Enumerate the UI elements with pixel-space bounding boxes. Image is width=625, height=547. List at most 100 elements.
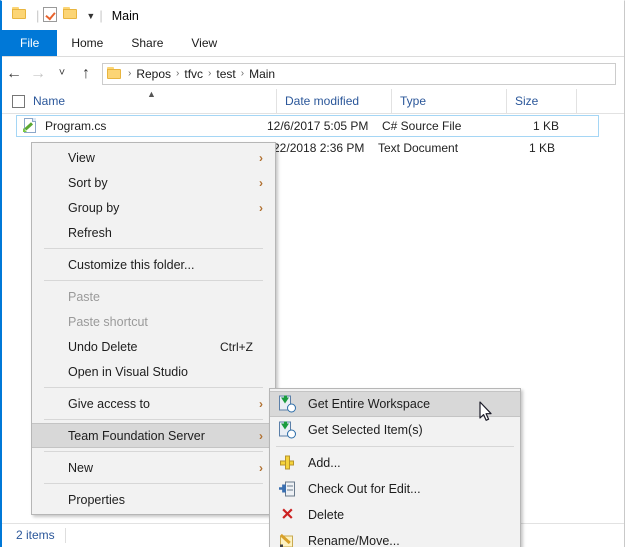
get-selected-icon [279,421,296,439]
menu-item-label: Group by [68,200,120,215]
menu-item-paste-shortcut: Paste shortcut [32,309,275,334]
chevron-right-icon: › [259,175,263,190]
menu-item-label: Customize this folder... [68,257,195,272]
menu-item-label: Properties [68,492,125,507]
breadcrumb-main[interactable]: Main [247,67,277,81]
menu-separator [44,387,263,388]
menu-item-rename-move[interactable]: Rename/Move... [270,528,520,547]
menu-item-new[interactable]: New › [32,455,275,480]
forward-button: → [30,64,46,82]
menu-item-label: Open in Visual Studio [68,364,188,379]
address-folder-icon [107,67,123,80]
back-button[interactable]: ← [2,65,26,82]
menu-item-label: Refresh [68,225,112,240]
breadcrumb-test[interactable]: test [214,67,237,81]
chevron-right-icon: › [259,460,263,475]
ribbon-tab-bar: File Home Share View [2,30,624,57]
menu-item-get-selected-items[interactable]: Get Selected Item(s) [270,417,520,443]
delete-icon: ✕ [280,506,295,524]
menu-item-label: Check Out for Edit... [308,482,421,496]
breadcrumb-separator: › [176,68,180,79]
menu-item-label: Get Selected Item(s) [308,423,423,437]
menu-item-label: Add... [308,456,341,470]
window-title: Main [111,8,139,23]
column-header-name[interactable]: Name ▲ [2,89,277,113]
column-header-date-modified[interactable]: Date modified [277,89,392,113]
column-header-type-label: Type [400,94,427,108]
menu-item-refresh[interactable]: Refresh [32,220,275,245]
menu-item-check-out-for-edit[interactable]: Check Out for Edit... [270,476,520,502]
menu-item-give-access-to[interactable]: Give access to › [32,391,275,416]
breadcrumb-repos[interactable]: Repos [134,67,173,81]
column-header-size-label: Size [515,94,539,108]
up-button[interactable]: ↑ [74,65,98,82]
menu-item-open-in-visual-studio[interactable]: Open in Visual Studio [32,359,275,384]
customize-dropdown-icon[interactable]: ▼ [86,12,95,21]
file-name-label: Program.cs [45,119,107,133]
menu-item-label: Get Entire Workspace [308,397,431,411]
select-all-checkbox[interactable] [12,94,25,108]
menu-item-customize-this-folder[interactable]: Customize this folder... [32,252,275,277]
recent-locations-button[interactable]: ˅ [50,68,74,79]
menu-item-properties[interactable]: Properties [32,487,275,512]
column-header-type[interactable]: Type [392,89,507,113]
column-header-size[interactable]: Size [507,89,577,113]
titlebar-divider-1: | [36,8,40,23]
tfs-submenu[interactable]: Get Entire Workspace Get Selected Item(s… [269,388,521,547]
csharp-source-file-icon [23,118,38,134]
sort-ascending-icon: ▲ [147,89,156,99]
table-row[interactable]: Program.cs 12/6/2017 5:05 PM C# Source F… [16,115,599,137]
new-folder-icon[interactable] [63,6,81,25]
column-header-name-label: Name [33,94,66,108]
file-name-cell: Program.cs [17,118,267,134]
menu-item-get-entire-workspace[interactable]: Get Entire Workspace [270,391,520,417]
titlebar-divider-2: | [99,8,103,23]
tab-file[interactable]: File [2,30,58,56]
menu-item-sort-by[interactable]: Sort by › [32,170,275,195]
breadcrumb-separator: › [208,68,212,79]
file-size-cell: 1 KB [532,119,559,133]
menu-item-delete[interactable]: ✕ Delete [270,502,520,528]
add-icon [279,455,296,472]
rename-move-icon [279,533,296,547]
file-date-cell: 12/6/2017 5:05 PM [267,119,369,133]
column-header-filler [577,89,624,113]
menu-item-label: Paste shortcut [68,314,148,329]
folder-context-menu[interactable]: View › Sort by › Group by › Refresh Cust… [31,142,276,515]
address-bar-row: ← → ˅ ↑ › Repos › tfvc › test › Main [2,58,624,89]
tab-share[interactable]: Share [117,30,177,56]
breadcrumb-tfvc[interactable]: tfvc [182,67,205,81]
menu-separator [44,419,263,420]
tab-home[interactable]: Home [57,30,117,56]
breadcrumb-separator: › [128,68,132,79]
menu-item-label: View [68,150,95,165]
menu-item-add[interactable]: Add... [270,450,520,476]
menu-item-undo-delete[interactable]: Undo Delete Ctrl+Z [32,334,275,359]
breadcrumb-separator: › [240,68,245,79]
chevron-right-icon: › [259,428,263,443]
menu-item-label: Rename/Move... [308,534,400,547]
file-date-cell: 1/22/2018 2:36 PM [263,141,365,155]
menu-separator [44,483,263,484]
address-breadcrumb-bar[interactable]: › Repos › tfvc › test › Main [102,62,616,85]
column-header-row: Name ▲ Date modified Type Size [2,89,624,114]
menu-separator [44,451,263,452]
chevron-right-icon: › [259,396,263,411]
menu-item-paste: Paste [32,284,275,309]
column-header-date-label: Date modified [285,94,360,108]
menu-item-team-foundation-server[interactable]: Team Foundation Server › [32,423,275,448]
quick-access-folder-icon[interactable] [12,6,30,25]
menu-item-label: Undo Delete [68,339,138,354]
menu-item-view[interactable]: View › [32,145,275,170]
menu-item-label: New [68,460,94,475]
menu-item-shortcut: Ctrl+Z [220,339,253,354]
tab-view[interactable]: View [177,30,231,56]
menu-separator [276,446,514,447]
menu-item-group-by[interactable]: Group by › [32,195,275,220]
chevron-right-icon: › [259,200,263,215]
file-explorer-window: | ▼ | Main File Home Share View ← → ˅ ↑ … [0,0,625,547]
properties-icon[interactable] [43,6,61,25]
menu-item-label: Delete [308,508,345,522]
menu-item-label: Give access to [68,396,150,411]
title-bar: | ▼ | Main [2,1,624,30]
